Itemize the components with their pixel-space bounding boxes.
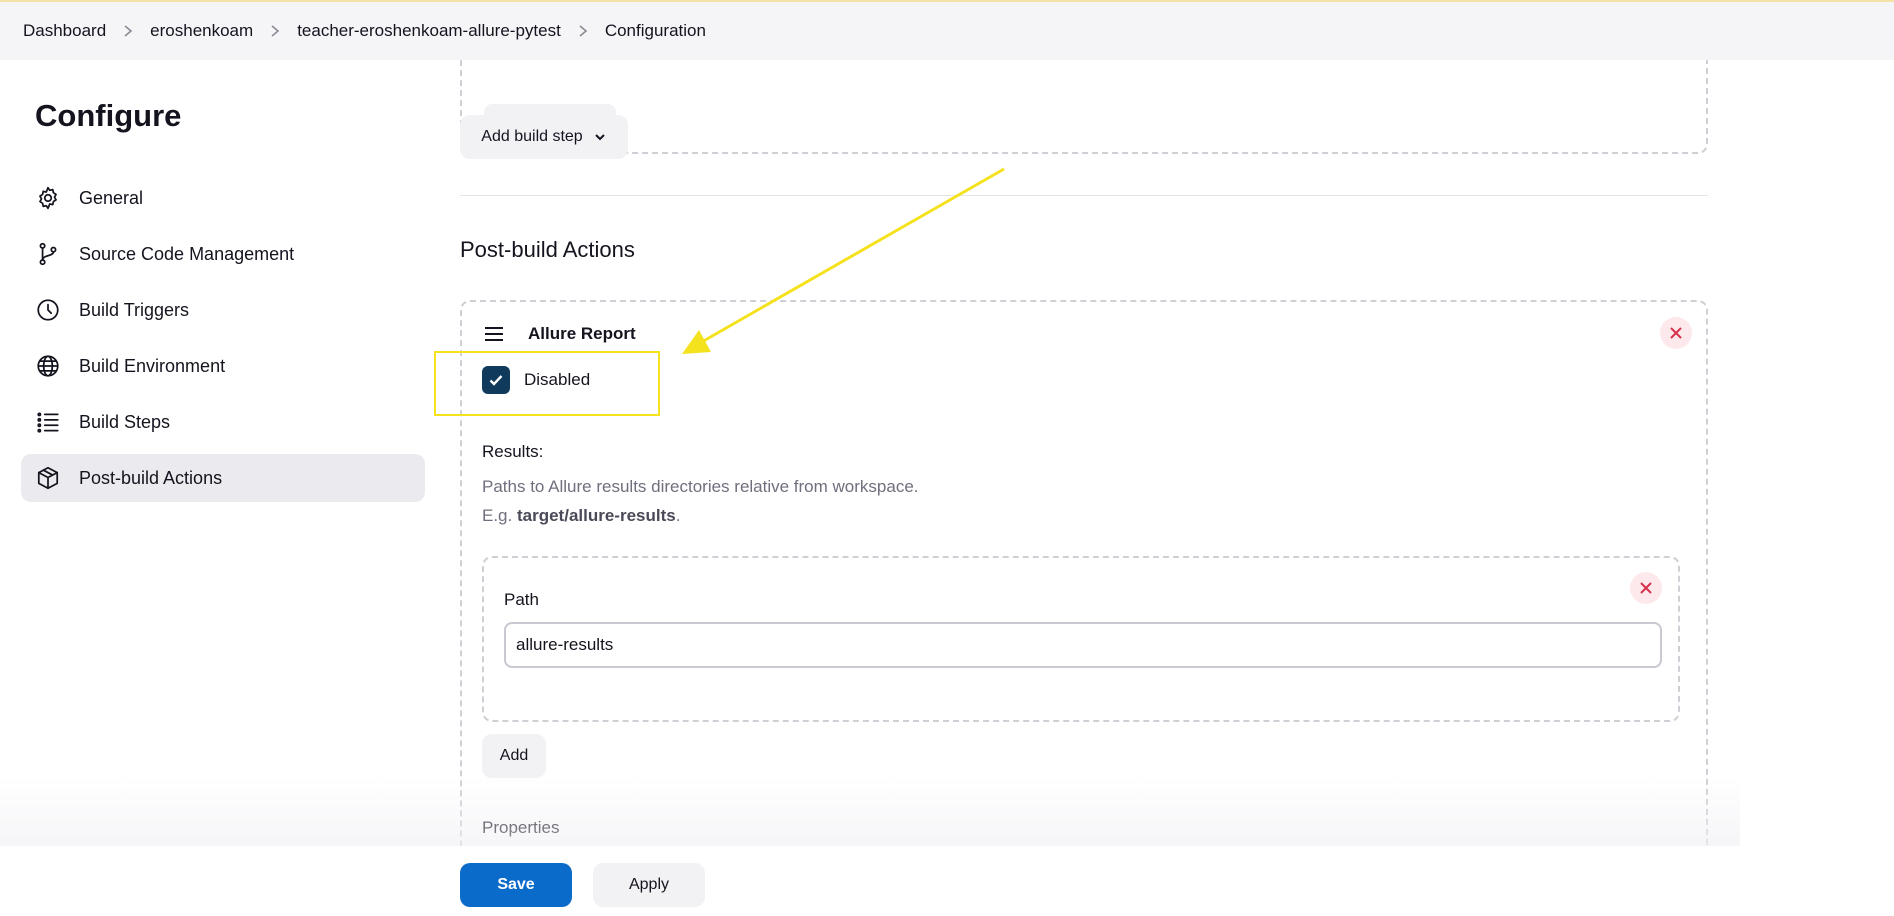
help-end: . (675, 506, 681, 525)
sidebar-item-general[interactable]: General (21, 174, 425, 222)
close-icon (1670, 327, 1682, 339)
apply-button[interactable]: Apply (593, 863, 705, 907)
breadcrumb-dashboard[interactable]: Dashboard (23, 21, 106, 41)
post-build-actions-heading: Post-build Actions (460, 237, 635, 262)
allure-report-title: Allure Report (528, 324, 636, 343)
chevron-down-icon (594, 134, 605, 141)
sidebar-item-build-triggers[interactable]: Build Triggers (21, 286, 425, 334)
help-line-2: E.g. target/allure-results. (482, 501, 919, 530)
branch-icon (35, 241, 61, 267)
globe-icon (35, 353, 61, 379)
sidebar-item-label: General (79, 187, 144, 208)
section-divider (460, 195, 1708, 196)
save-button[interactable]: Save (460, 863, 572, 907)
sidebar-item-build-environment[interactable]: Build Environment (21, 342, 425, 390)
main-content: Add build step Post-build Actions Allure… (460, 60, 1708, 846)
results-help-text: Paths to Allure results directories rela… (482, 472, 919, 530)
sidebar-nav: General Source Code Management Build Tri… (21, 174, 425, 510)
breadcrumb-configuration[interactable]: Configuration (605, 21, 706, 41)
close-icon (1640, 582, 1652, 594)
add-path-button[interactable]: Add (482, 734, 546, 778)
sidebar-item-build-steps[interactable]: Build Steps (21, 398, 425, 446)
page-title: Configure (35, 98, 182, 133)
results-label: Results: (482, 442, 544, 461)
package-icon (35, 465, 61, 491)
path-input[interactable] (504, 622, 1662, 668)
gear-icon (35, 185, 61, 211)
help-line-1: Paths to Allure results directories rela… (482, 477, 919, 496)
breadcrumb-job[interactable]: teacher-eroshenkoam-allure-pytest (297, 21, 561, 41)
sidebar-item-label: Build Triggers (79, 299, 190, 320)
drag-handle-icon[interactable] (484, 326, 504, 342)
previous-build-step-box (460, 60, 1708, 154)
remove-path-button[interactable] (1630, 572, 1662, 604)
remove-allure-report-button[interactable] (1660, 317, 1692, 349)
properties-label: Properties (482, 818, 560, 837)
add-build-step-label: Add build step (481, 128, 583, 145)
breadcrumb-user[interactable]: eroshenkoam (150, 21, 253, 41)
list-icon (35, 409, 61, 435)
sidebar-item-source-code-management[interactable]: Source Code Management (21, 230, 425, 278)
highlight-box (434, 351, 660, 416)
path-entry-box: Path (482, 556, 1680, 722)
sidebar-item-label: Build Steps (79, 411, 171, 432)
chevron-right-icon (253, 24, 297, 38)
path-label: Path (504, 590, 539, 609)
add-build-step-button[interactable]: Add build step (460, 115, 628, 159)
chevron-right-icon (561, 24, 605, 38)
sidebar-item-label: Build Environment (79, 355, 226, 376)
bottom-action-bar: Save Apply (0, 846, 1894, 916)
sidebar-item-label: Post-build Actions (79, 467, 223, 488)
sidebar-item-label: Source Code Management (79, 243, 295, 264)
sidebar-item-post-build-actions[interactable]: Post-build Actions (21, 454, 425, 502)
help-eg: E.g. (482, 506, 513, 525)
help-example: target/allure-results (516, 506, 676, 525)
breadcrumb: Dashboard eroshenkoam teacher-eroshenkoa… (0, 0, 1894, 60)
clock-icon (35, 297, 61, 323)
chevron-right-icon (106, 24, 150, 38)
